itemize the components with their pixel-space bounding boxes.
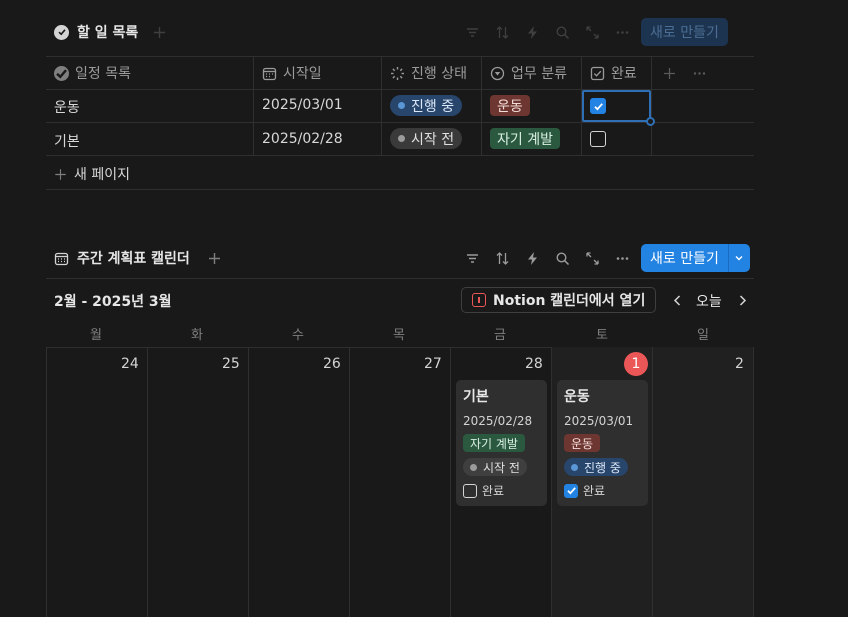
- event-title: 기본: [463, 389, 489, 405]
- new-page-button[interactable]: 새 페이지: [54, 164, 130, 184]
- status-label: 시작 전: [411, 131, 455, 148]
- add-view-icon[interactable]: [150, 23, 168, 41]
- status-icon: [391, 66, 404, 80]
- row-1-category[interactable]: 운동: [490, 95, 530, 116]
- done-label: 완료: [482, 484, 505, 498]
- column-header-schedule[interactable]: 일정 목록: [54, 63, 131, 83]
- sort-icon[interactable]: [493, 23, 511, 41]
- check-circle-icon: [54, 24, 69, 40]
- category-tag: 운동: [564, 434, 601, 452]
- fill-handle[interactable]: [646, 117, 655, 126]
- day-number: 28: [525, 356, 543, 372]
- chevron-down-icon[interactable]: [727, 244, 750, 272]
- sort-icon[interactable]: [493, 249, 511, 267]
- category-tag: 자기 계발: [463, 434, 525, 452]
- column-header-status[interactable]: 진행 상태: [390, 63, 467, 83]
- column-header-label: 업무 분류: [511, 66, 567, 82]
- day-number: 27: [424, 356, 442, 372]
- done-checkbox[interactable]: [463, 483, 477, 498]
- notion-calendar-icon: [472, 293, 486, 307]
- expand-icon[interactable]: [583, 249, 601, 267]
- done-checkbox[interactable]: [564, 483, 578, 498]
- weekday-label: 월: [90, 328, 102, 343]
- calendar-new-button[interactable]: 새로 만들기: [641, 244, 750, 272]
- day-number: 2: [735, 356, 744, 372]
- todo-db-title-text: 할 일 목록: [77, 25, 139, 41]
- plus-icon: [55, 168, 66, 180]
- status-label: 진행 중: [584, 460, 621, 475]
- filter-icon[interactable]: [463, 23, 481, 41]
- new-page-label: 새 페이지: [74, 167, 130, 183]
- row-2-name[interactable]: 기본: [54, 131, 80, 151]
- today-day-badge: 1: [624, 352, 648, 376]
- status-dot: [470, 463, 477, 471]
- filter-icon[interactable]: [463, 249, 481, 267]
- column-header-start-date[interactable]: 시작일: [262, 63, 322, 83]
- calendar-icon: [54, 252, 69, 265]
- row-2-done-checkbox[interactable]: [590, 131, 606, 147]
- calendar-range-label: 2월 - 2025년 3월: [54, 294, 172, 310]
- checkbox-icon: [590, 66, 605, 80]
- row-1-status[interactable]: 진행 중: [390, 95, 463, 116]
- day-number: 26: [323, 356, 341, 372]
- calendar-event-card[interactable]: 기본 2025/02/28 자기 계발 시작 전 완료: [456, 380, 547, 506]
- weekday-label: 목: [393, 328, 405, 343]
- category-tag: 자기 계발: [490, 128, 560, 149]
- weekday-label: 금: [494, 328, 506, 343]
- calendar-icon: [262, 67, 277, 80]
- open-notion-label: Notion 캘린더에서 열기: [493, 293, 646, 309]
- today-button[interactable]: 오늘: [696, 291, 722, 311]
- calendar-weekend-column[interactable]: [653, 347, 754, 617]
- status-label: 진행 중: [411, 98, 455, 115]
- calendar-title-text: 주간 계획표 캘린더: [77, 251, 190, 267]
- search-icon[interactable]: [553, 249, 571, 267]
- row-1-start-date[interactable]: 2025/03/01: [262, 97, 343, 113]
- more-icon[interactable]: [690, 64, 708, 82]
- lightning-icon[interactable]: [523, 249, 541, 267]
- row-2-start-date[interactable]: 2025/02/28: [262, 131, 343, 147]
- calendar-title[interactable]: 주간 계획표 캘린더: [54, 248, 190, 268]
- status-dot: [398, 135, 405, 142]
- expand-icon[interactable]: [583, 23, 601, 41]
- column-header-label: 시작일: [283, 66, 322, 82]
- day-number: 25: [222, 356, 240, 372]
- row-1-done-checkbox[interactable]: [590, 98, 606, 114]
- row-2-category[interactable]: 자기 계발: [490, 128, 560, 149]
- open-notion-calendar-button[interactable]: Notion 캘린더에서 열기: [461, 287, 657, 313]
- weekday-label: 토: [596, 328, 608, 343]
- select-icon: [490, 66, 505, 80]
- add-property-icon[interactable]: [660, 64, 678, 82]
- status-dot: [571, 463, 578, 471]
- event-date: 2025/02/28: [463, 414, 533, 428]
- lightning-icon[interactable]: [523, 23, 541, 41]
- add-view-icon[interactable]: [205, 249, 223, 267]
- chevron-left-icon[interactable]: [668, 291, 686, 309]
- search-icon[interactable]: [553, 23, 571, 41]
- column-header-label: 일정 목록: [75, 66, 131, 82]
- weekday-label: 일: [697, 328, 709, 343]
- event-title: 운동: [564, 389, 590, 405]
- category-tag: 운동: [490, 95, 530, 116]
- status-dot: [398, 102, 405, 109]
- more-icon[interactable]: [613, 249, 631, 267]
- weekday-label: 화: [191, 328, 203, 343]
- todo-db-title[interactable]: 할 일 목록: [54, 22, 138, 42]
- status-label: 시작 전: [483, 460, 520, 475]
- check-circle-icon: [54, 65, 69, 81]
- day-number: 24: [121, 356, 139, 372]
- weekday-label: 수: [292, 328, 304, 343]
- calendar-event-card[interactable]: 운동 2025/03/01 운동 진행 중 완료: [557, 380, 648, 506]
- column-header-category[interactable]: 업무 분류: [490, 63, 567, 83]
- more-icon[interactable]: [613, 23, 631, 41]
- row-2-status[interactable]: 시작 전: [390, 128, 463, 149]
- todo-new-button[interactable]: 새로 만들기: [641, 18, 728, 46]
- event-date: 2025/03/01: [564, 414, 634, 428]
- done-label: 완료: [583, 484, 606, 498]
- column-header-label: 완료: [611, 66, 637, 82]
- column-header-label: 진행 상태: [411, 66, 467, 82]
- chevron-right-icon[interactable]: [733, 291, 751, 309]
- calendar-new-label: 새로 만들기: [650, 251, 719, 267]
- row-1-name[interactable]: 운동: [54, 97, 80, 117]
- column-header-done[interactable]: 완료: [590, 63, 637, 83]
